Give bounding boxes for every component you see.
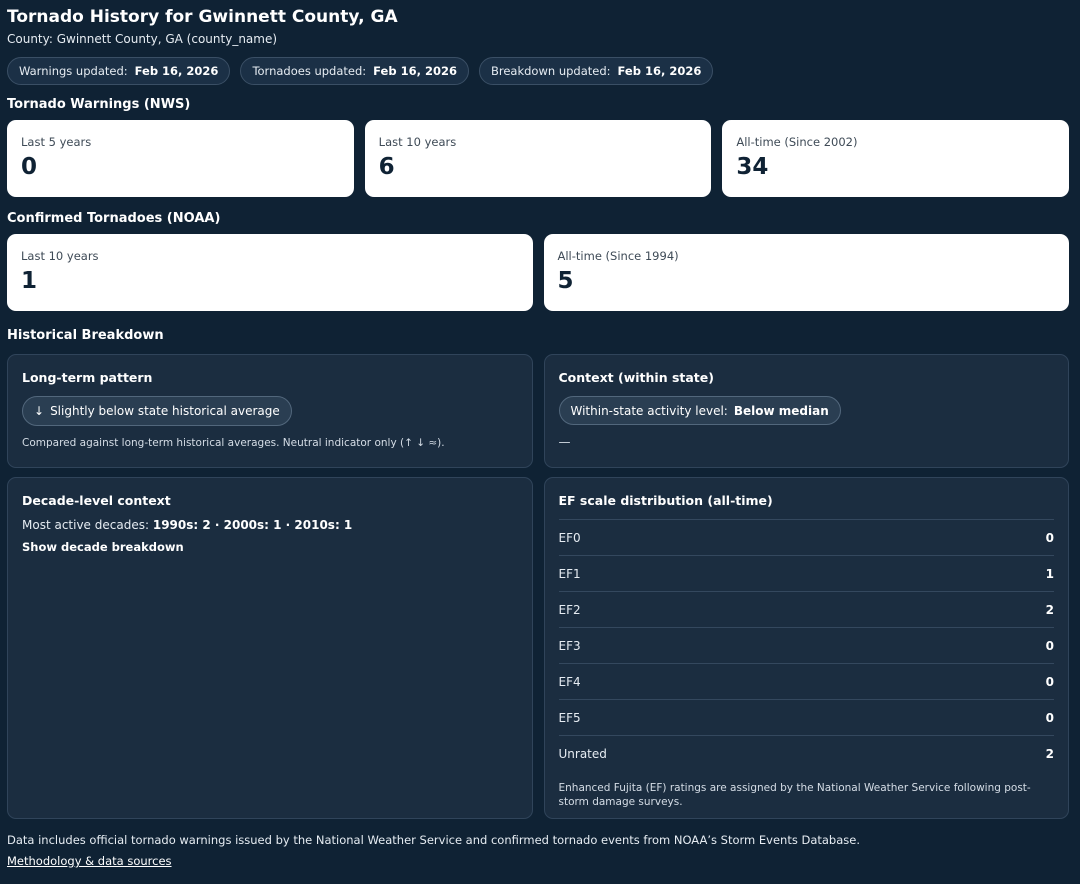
ef-label: EF5 [558, 710, 581, 725]
breakdown-updated-pill: Breakdown updated: Feb 16, 2026 [478, 57, 714, 85]
ef-label: EF3 [558, 638, 581, 653]
pill-label: Tornadoes updated: [252, 64, 367, 78]
decades-prefix: Most active decades: [22, 518, 150, 532]
stat-card: Last 10 years 1 [7, 234, 533, 311]
stat-value: 5 [557, 268, 574, 294]
context-panel: Context (within state) Within-state acti… [543, 354, 1069, 468]
ef-row: Unrated 2 [558, 735, 1054, 771]
pill-label: Breakdown updated: [490, 64, 611, 78]
tornadoes-updated-pill: Tornadoes updated: Feb 16, 2026 [240, 57, 469, 85]
ef-label: EF2 [558, 602, 581, 617]
methodology-link[interactable]: Methodology & data sources [7, 854, 172, 868]
ef-value: 0 [1045, 674, 1054, 689]
long-term-note: Compared against long-term historical av… [22, 437, 445, 449]
activity-label: Within-state activity level: [570, 403, 728, 418]
trend-label: Slightly below state historical average [50, 404, 280, 418]
ef-value: 2 [1045, 602, 1054, 617]
breakdown-bottom-row: Decade-level context Most active decades… [7, 477, 1069, 819]
ef-value: 2 [1045, 746, 1054, 761]
breakdown-section-title: Historical Breakdown [7, 328, 164, 343]
stat-card: Last 10 years 6 [364, 120, 712, 197]
stat-value: 34 [736, 154, 769, 180]
ef-value: 0 [1045, 530, 1054, 545]
stat-label: All-time (Since 1994) [557, 249, 679, 263]
warnings-updated-pill: Warnings updated: Feb 16, 2026 [7, 57, 231, 85]
ef-table: EF0 0 EF1 1 EF2 2 EF3 0 EF4 0 EF5 0 Unra… [558, 519, 1054, 771]
activity-value: Below median [733, 403, 829, 418]
stat-value: 1 [21, 268, 38, 294]
stat-label: Last 10 years [378, 135, 457, 149]
page-title: Tornado History for Gwinnett County, GA [7, 7, 398, 27]
pill-label: Warnings updated: [19, 64, 128, 78]
stat-card: All-time (Since 1994) 5 [543, 234, 1069, 311]
stat-label: All-time (Since 2002) [736, 135, 858, 149]
panel-title: Long-term pattern [22, 370, 153, 385]
ef-label: EF4 [558, 674, 581, 689]
tornadoes-section-title: Confirmed Tornadoes (NOAA) [7, 211, 221, 226]
trend-chip: ↓ Slightly below state historical averag… [22, 396, 292, 426]
stat-value: 0 [21, 154, 38, 180]
stat-value: 6 [378, 154, 395, 180]
ef-note: Enhanced Fujita (EF) ratings are assigne… [558, 782, 1031, 808]
ef-label: EF1 [558, 566, 581, 581]
ef-value: 0 [1045, 638, 1054, 653]
panel-title: Decade-level context [22, 493, 171, 508]
ef-row: EF0 0 [558, 519, 1054, 555]
ef-row: EF2 2 [558, 591, 1054, 627]
ef-value: 1 [1045, 566, 1054, 581]
long-term-panel: Long-term pattern ↓ Slightly below state… [7, 354, 533, 468]
ef-label: EF0 [558, 530, 581, 545]
page: Tornado History for Gwinnett County, GA … [0, 0, 1080, 884]
ef-row: EF4 0 [558, 663, 1054, 699]
breakdown-top-row: Long-term pattern ↓ Slightly below state… [7, 354, 1069, 468]
pill-date: Feb 16, 2026 [617, 64, 702, 78]
show-decade-breakdown-toggle[interactable]: Show decade breakdown [22, 540, 518, 554]
stat-label: Last 10 years [21, 249, 99, 263]
activity-chip: Within-state activity level: Below media… [558, 396, 841, 425]
ef-row: EF5 0 [558, 699, 1054, 735]
ef-row: EF1 1 [558, 555, 1054, 591]
ef-value: 0 [1045, 710, 1054, 725]
tornadoes-stats: Last 10 years 1 All-time (Since 1994) 5 [7, 234, 1069, 311]
warnings-section-title: Tornado Warnings (NWS) [7, 97, 191, 112]
most-active-decades: Most active decades: 1990s: 2 · 2000s: 1… [22, 518, 518, 532]
pill-date: Feb 16, 2026 [373, 64, 457, 78]
county-subtitle: County: Gwinnett County, GA (county_name… [7, 32, 278, 46]
decades-value: 1990s: 2 · 2000s: 1 · 2010s: 1 [152, 518, 353, 532]
panel-title: EF scale distribution (all-time) [558, 493, 773, 508]
down-arrow-icon: ↓ [34, 404, 45, 418]
ef-label: Unrated [558, 746, 607, 761]
ef-panel: EF scale distribution (all-time) EF0 0 E… [543, 477, 1069, 819]
context-detail: — [558, 435, 571, 449]
pill-date: Feb 16, 2026 [134, 64, 219, 78]
stat-label: Last 5 years [21, 135, 92, 149]
footer-text: Data includes official tornado warnings … [7, 833, 860, 847]
stat-card: Last 5 years 0 [7, 120, 354, 197]
panel-title: Context (within state) [558, 370, 714, 385]
decade-panel: Decade-level context Most active decades… [7, 477, 533, 819]
update-pills: Warnings updated: Feb 16, 2026 Tornadoes… [7, 57, 1069, 85]
warnings-stats: Last 5 years 0 Last 10 years 6 All-time … [7, 120, 1070, 197]
stat-card: All-time (Since 2002) 34 [722, 120, 1070, 197]
ef-row: EF3 0 [558, 627, 1054, 663]
